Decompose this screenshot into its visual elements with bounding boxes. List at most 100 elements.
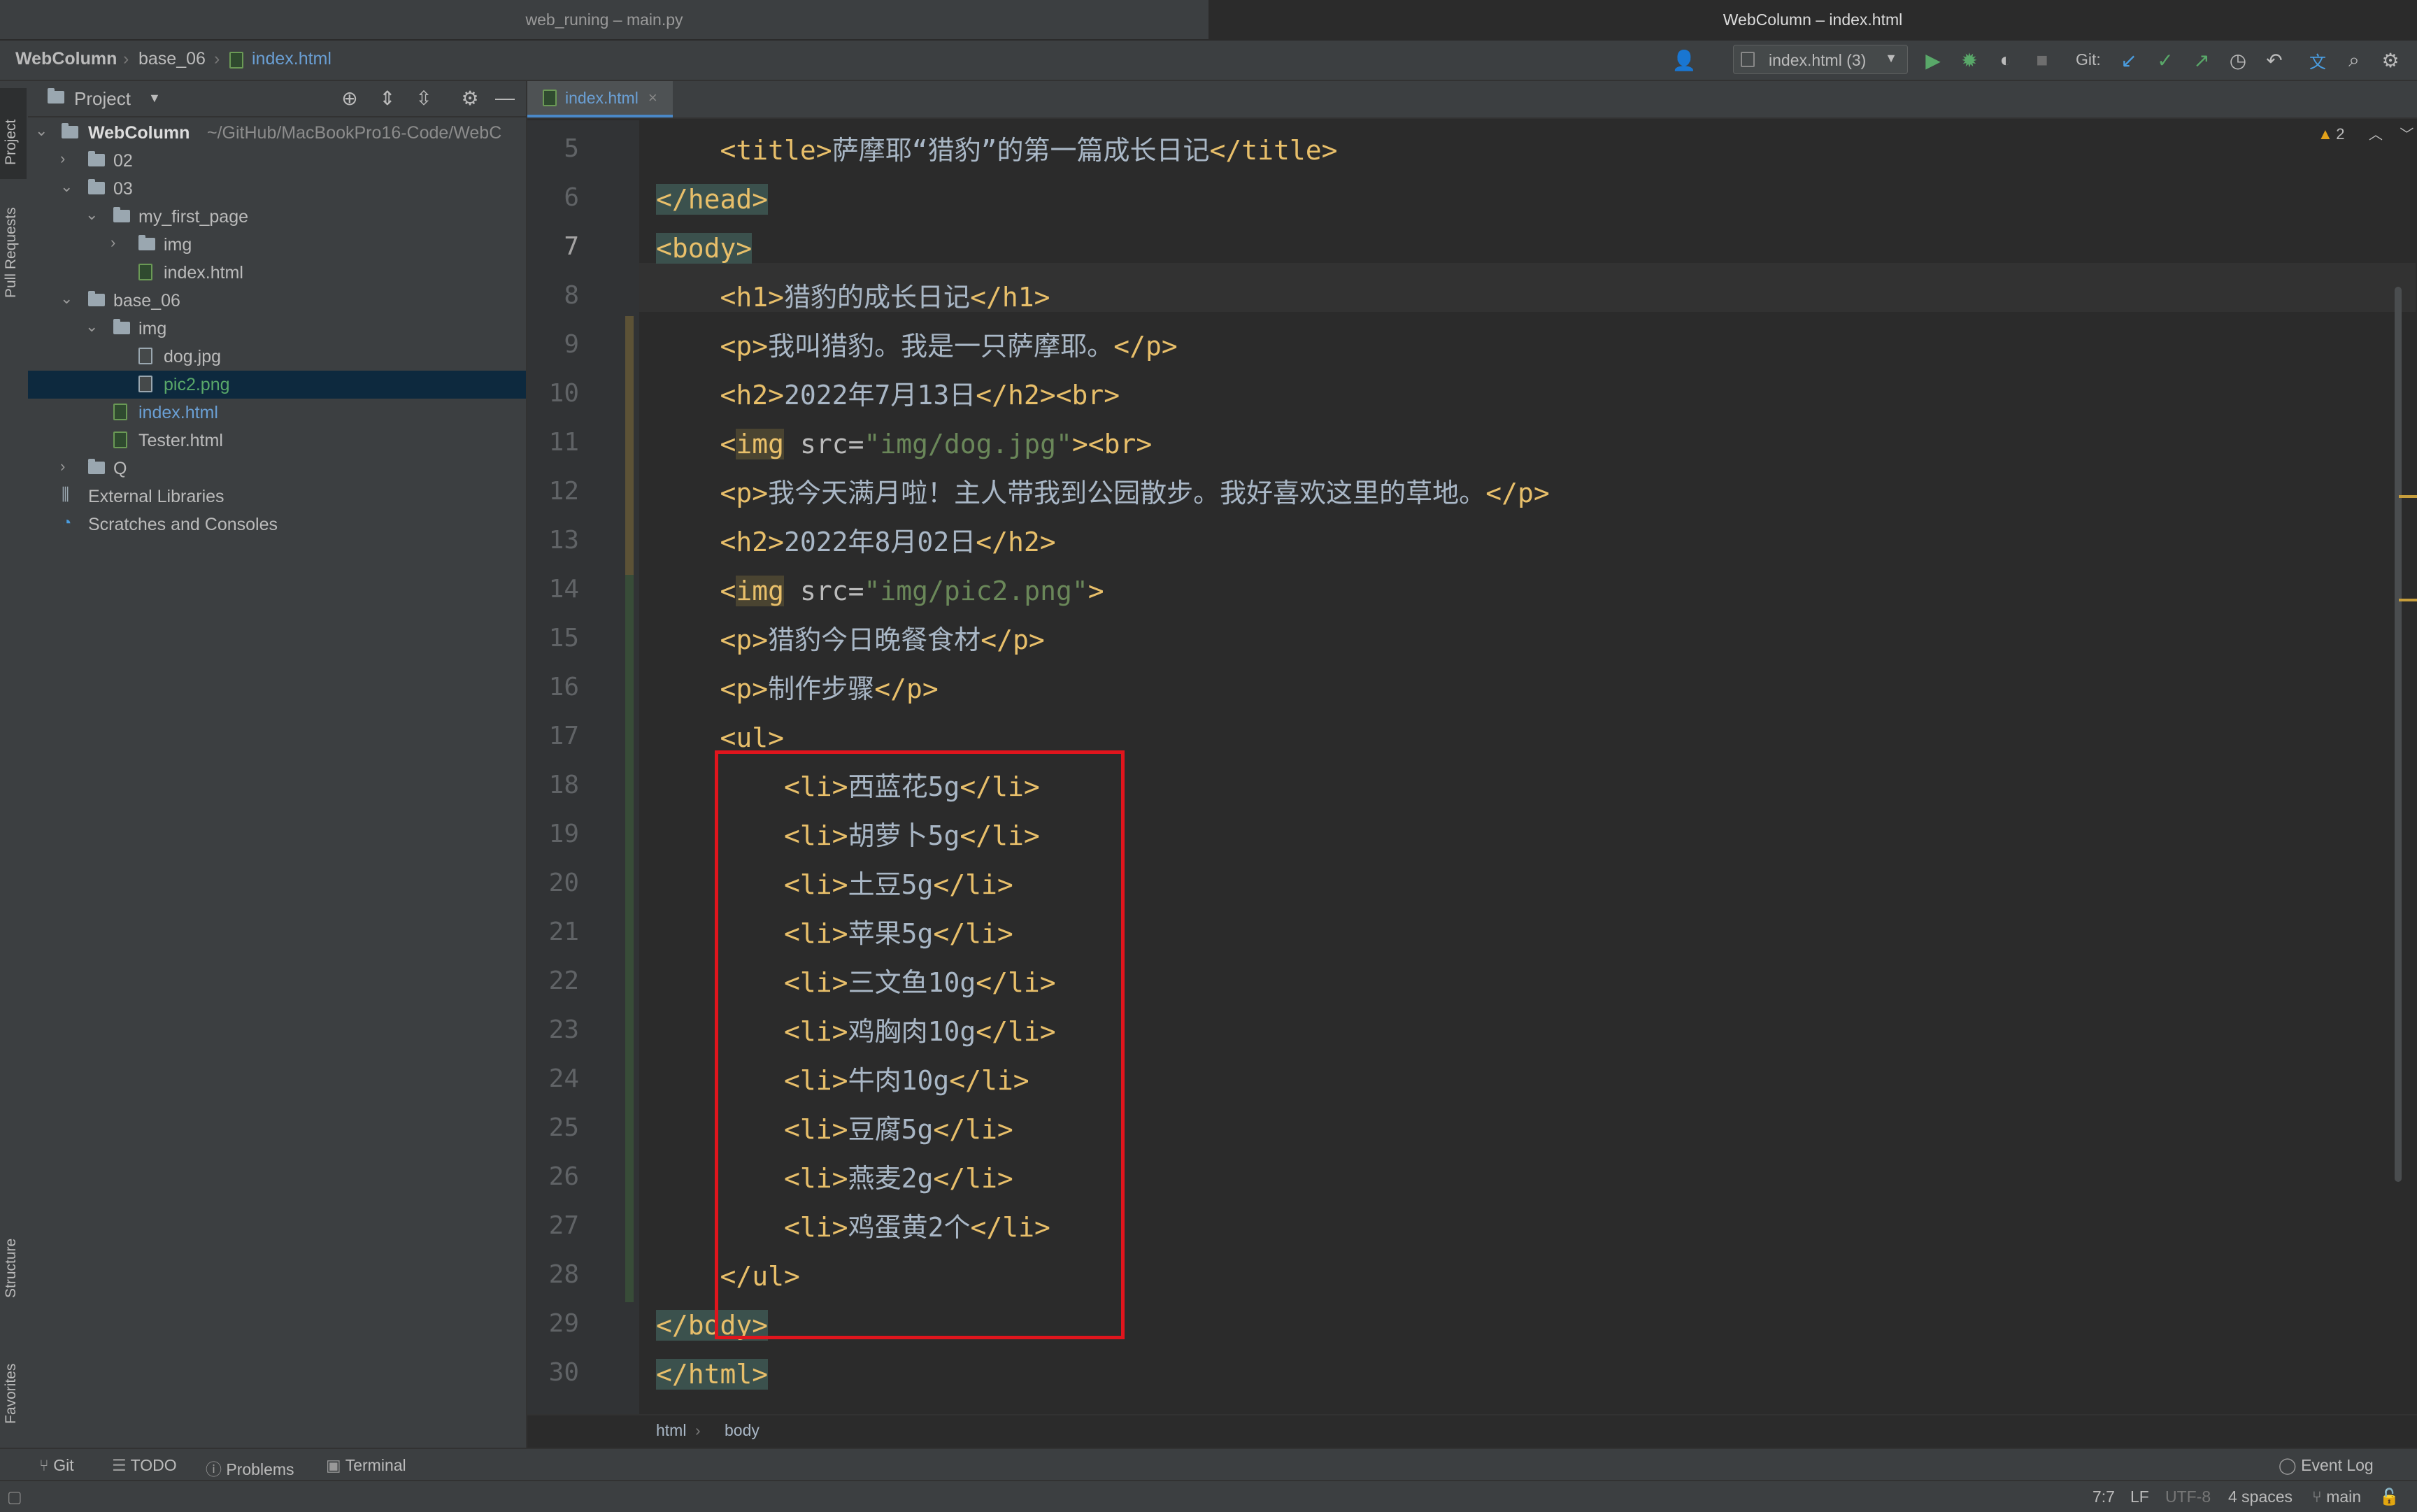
git-commit-icon[interactable]: ✓ bbox=[2153, 48, 2178, 73]
expand-all-icon[interactable]: ⇕ bbox=[375, 85, 400, 110]
tree-item-folder-q[interactable]: › Q bbox=[28, 455, 526, 483]
breadcrumb-html[interactable]: html bbox=[656, 1421, 686, 1440]
code-line[interactable]: <p>制作步骤</p> bbox=[656, 664, 939, 713]
code-line[interactable]: <p>猎豹今日晚餐食材</p> bbox=[656, 615, 1045, 664]
folder-icon bbox=[48, 88, 64, 104]
coverage-icon[interactable]: ◐ bbox=[1993, 48, 2018, 73]
code-line[interactable]: <h2>2022年7月13日</h2><br> bbox=[656, 371, 1120, 420]
code-line[interactable]: </head> bbox=[656, 175, 769, 224]
window-tab-index-html[interactable]: WebColumn – index.html bbox=[1208, 0, 2417, 39]
cursor-position[interactable]: 7:7 bbox=[2092, 1488, 2115, 1506]
line-number: 7 bbox=[564, 232, 579, 261]
line-separator[interactable]: LF bbox=[2130, 1488, 2149, 1506]
editor-tab-index-html[interactable]: index.html × bbox=[527, 81, 673, 117]
tree-item-label: Scratches and Consoles bbox=[88, 515, 278, 534]
code-line[interactable]: <title>萨摩耶“猎豹”的第一篇成长日记</title> bbox=[656, 126, 1338, 175]
code-line[interactable]: <img src="img/dog.jpg"><br> bbox=[656, 420, 1152, 469]
locate-icon[interactable]: ⊕ bbox=[337, 85, 362, 110]
code-line[interactable]: <p>我叫猎豹。我是一只萨摩耶。</p> bbox=[656, 322, 1178, 371]
code-line[interactable]: <body> bbox=[656, 224, 753, 273]
pull-requests-tool-label[interactable]: Pull Requests bbox=[3, 207, 20, 298]
tree-item-folder-03[interactable]: ⌄ 03 bbox=[28, 175, 526, 203]
chevron-down-icon[interactable]: ⌄ bbox=[85, 206, 98, 224]
rollback-icon[interactable]: ↶ bbox=[2262, 48, 2287, 73]
search-icon[interactable]: ⌕ bbox=[2341, 48, 2367, 73]
code-line[interactable]: <img src="img/pic2.png"> bbox=[656, 566, 1104, 615]
nav-crumb-folder[interactable]: base_06 bbox=[138, 49, 206, 69]
tree-item-external-libraries[interactable]: ⫼ External Libraries bbox=[28, 483, 526, 511]
tree-item-scratches[interactable]: ◔ Scratches and Consoles bbox=[28, 511, 526, 539]
translate-icon[interactable]: 文 bbox=[2305, 48, 2330, 73]
vcs-change-marker bbox=[625, 316, 634, 575]
project-tool-label[interactable]: Project bbox=[3, 120, 20, 165]
chevron-down-icon[interactable]: ⌄ bbox=[35, 122, 48, 140]
breadcrumb-body[interactable]: body bbox=[725, 1421, 760, 1440]
navigation-bar: WebColumn › base_06 › index.html 👤 index… bbox=[0, 41, 2417, 81]
bottom-tool-bar: ⑂ Git ☰ TODO ⓘ Problems ▣ Terminal ◯ Eve… bbox=[0, 1448, 2417, 1481]
vertical-scrollbar[interactable] bbox=[2395, 287, 2402, 1182]
project-panel-title[interactable]: Project bbox=[74, 88, 131, 110]
code-viewport[interactable]: 5 6 7 8 9 10 11 12 13 14 15 16 17 18 19 20 21 22 23 24 25 26 2… bbox=[527, 120, 2417, 1414]
git-update-icon[interactable]: ↙ bbox=[2116, 48, 2141, 73]
line-number: 27 bbox=[548, 1211, 579, 1240]
tree-item-file-dog-jpg[interactable]: dog.jpg bbox=[28, 343, 526, 371]
nav-crumb-project[interactable]: WebColumn bbox=[15, 49, 117, 69]
tree-root-webcolumn[interactable]: ⌄ WebColumn ~/GitHub/MacBookPro16-Code/W… bbox=[28, 119, 526, 147]
event-log-button[interactable]: ◯ Event Log bbox=[2279, 1456, 2374, 1475]
favorites-tool-label[interactable]: Favorites bbox=[3, 1364, 20, 1424]
tree-item-file-index-html[interactable]: index.html bbox=[28, 259, 526, 287]
folder-icon bbox=[62, 123, 78, 138]
chevron-right-icon[interactable]: › bbox=[60, 457, 65, 476]
chevron-down-icon[interactable]: ⌄ bbox=[60, 178, 73, 196]
scroll-marker bbox=[2399, 495, 2417, 498]
terminal-tool-button[interactable]: ▣ Terminal bbox=[326, 1456, 406, 1475]
tree-item-folder-02[interactable]: › 02 bbox=[28, 147, 526, 175]
settings-gear-icon[interactable]: ⚙ bbox=[2378, 48, 2403, 73]
run-icon[interactable]: ▶ bbox=[1920, 48, 1946, 73]
toggle-tool-windows-icon[interactable]: ▢ bbox=[7, 1488, 22, 1506]
chevron-right-icon[interactable]: › bbox=[60, 150, 65, 168]
code-line[interactable]: </html> bbox=[656, 1350, 769, 1399]
indent-setting[interactable]: 4 spaces bbox=[2228, 1488, 2293, 1506]
inspection-widget[interactable]: ▲ 2 ︿ ﹀ bbox=[2318, 123, 2414, 143]
close-icon[interactable]: × bbox=[648, 89, 657, 107]
tree-item-folder-img[interactable]: › img bbox=[28, 231, 526, 259]
git-push-icon[interactable]: ↗ bbox=[2189, 48, 2214, 73]
tree-item-folder-base-06[interactable]: ⌄ base_06 bbox=[28, 287, 526, 315]
chevron-up-icon[interactable]: ︿ bbox=[2369, 127, 2383, 143]
tree-item-file-index-html[interactable]: index.html bbox=[28, 399, 526, 427]
line-number: 5 bbox=[564, 134, 579, 163]
code-line[interactable]: <h2>2022年8月02日</h2> bbox=[656, 518, 1056, 566]
tree-item-file-tester-html[interactable]: Tester.html bbox=[28, 427, 526, 455]
code-line[interactable]: <h1>猎豹的成长日记</h1> bbox=[656, 273, 1050, 322]
git-branch-widget[interactable]: ⑂ main bbox=[2312, 1488, 2361, 1506]
code-line[interactable]: <p>我今天满月啦！主人带我到公园散步。我好喜欢这里的草地。</p> bbox=[656, 469, 1550, 518]
gear-icon[interactable]: ⚙ bbox=[457, 85, 483, 110]
chevron-down-icon[interactable]: ⌄ bbox=[85, 318, 98, 336]
collapse-all-icon[interactable]: ⇳ bbox=[411, 85, 436, 110]
history-icon[interactable]: ◷ bbox=[2225, 48, 2251, 73]
chevron-down-icon[interactable]: ﹀ bbox=[2400, 127, 2414, 143]
scroll-marker bbox=[2399, 599, 2417, 601]
debug-icon[interactable]: ✹ bbox=[1957, 48, 1982, 73]
user-icon[interactable]: 👤 bbox=[1671, 48, 1697, 73]
run-config-dropdown[interactable]: index.html (3) ▼ bbox=[1733, 45, 1908, 74]
chevron-down-icon[interactable]: ⌄ bbox=[60, 290, 73, 308]
git-tool-button[interactable]: ⑂ Git bbox=[39, 1456, 74, 1475]
window-tab-main-py[interactable]: web_runing – main.py bbox=[0, 0, 1208, 39]
chevron-right-icon[interactable]: › bbox=[110, 234, 115, 252]
run-config-icon bbox=[1741, 52, 1755, 67]
todo-tool-button[interactable]: ☰ TODO bbox=[112, 1456, 177, 1475]
chevron-down-icon[interactable]: ▼ bbox=[148, 91, 161, 106]
nav-crumb-file[interactable]: index.html bbox=[252, 49, 331, 69]
structure-tool-label[interactable]: Structure bbox=[3, 1239, 20, 1298]
event-log-icon: ◯ bbox=[2279, 1456, 2302, 1474]
lock-icon[interactable]: 🔓 bbox=[2379, 1488, 2400, 1506]
tree-item-file-pic2-png[interactable]: pic2.png bbox=[28, 371, 526, 399]
file-encoding[interactable]: UTF-8 bbox=[2165, 1488, 2211, 1506]
minimize-icon[interactable]: — bbox=[492, 85, 518, 110]
stop-icon[interactable]: ■ bbox=[2030, 48, 2055, 73]
problems-tool-button[interactable]: ⓘ Problems bbox=[206, 1456, 294, 1480]
tree-item-folder-my-first-page[interactable]: ⌄ my_first_page bbox=[28, 203, 526, 231]
tree-item-folder-img[interactable]: ⌄ img bbox=[28, 315, 526, 343]
